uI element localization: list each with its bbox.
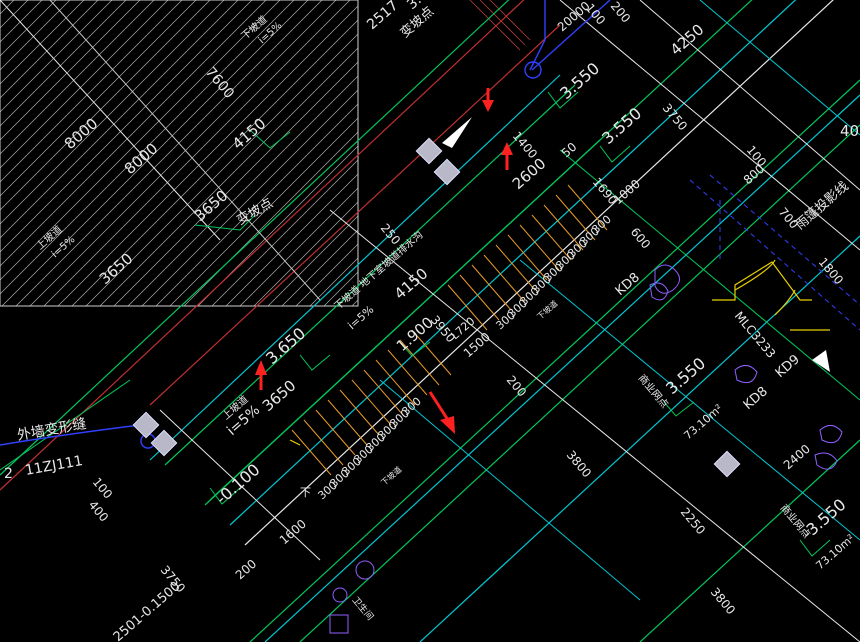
- dim-7600: 7600: [202, 64, 237, 102]
- dim-250: 250: [378, 221, 403, 248]
- hatch-line: [309, 0, 358, 306]
- dim-200-b: 200: [233, 557, 259, 583]
- stair-tread: [327, 399, 368, 446]
- ref-11zj111: 11ZJ111: [24, 453, 84, 479]
- hatch-line: [422, 0, 782, 306]
- stair-tread: [363, 369, 404, 416]
- hatch-line: [183, 0, 358, 306]
- small-40: 40: [840, 122, 859, 140]
- stair-tread: [483, 254, 524, 301]
- stair-tread: [339, 389, 380, 436]
- stair-tread: [471, 264, 512, 311]
- dim-400: 400: [86, 498, 111, 525]
- hatch-line: [155, 0, 358, 306]
- label-kd8-b: KD8: [741, 384, 771, 413]
- dim-100-b: 100: [90, 475, 115, 502]
- room-a: 商业网点: [636, 372, 672, 411]
- dim-200-a: 200: [504, 373, 529, 400]
- north-arrow-chevron-right: [812, 350, 830, 372]
- stair-tread: [375, 359, 416, 406]
- dim-3650-b: 3650: [96, 249, 137, 288]
- furniture: [329, 264, 843, 634]
- ramp-slope-small: i=5%: [345, 303, 376, 332]
- step-label-b: 下坡道: [379, 464, 404, 487]
- label-mlc3233: MLC3233: [732, 309, 779, 361]
- dim-3800-b: 3800: [708, 585, 738, 617]
- dim-1600: 1600: [277, 517, 309, 548]
- door-arcs: [289, 259, 830, 446]
- rain-canopy-line: 雨篷投影线: [792, 178, 852, 233]
- hatch-line: [141, 0, 358, 306]
- stair-down: 下: [300, 486, 311, 499]
- level-3650: 3.650: [262, 324, 309, 368]
- stair-tread: [507, 234, 548, 281]
- level-3550-c: 3.550: [662, 354, 709, 398]
- hatch-line: [169, 0, 358, 306]
- hatch-line: [548, 0, 860, 306]
- hatch-line: [281, 0, 358, 306]
- dim-600: 600: [628, 225, 653, 252]
- cad-drawing-canvas[interactable]: 8000 8000 7600 4150 3650 3650 下坡道 i=5% 上…: [0, 0, 860, 642]
- dim-3750: 3750: [660, 101, 690, 133]
- hatch-line: [436, 0, 796, 306]
- north-arrow-chevron: [442, 117, 472, 148]
- ramp-3650-c: 3650: [259, 376, 300, 415]
- hatch-line: [534, 0, 860, 306]
- dim-50: 50: [559, 140, 580, 161]
- hatch-line: [0, 0, 55, 306]
- area-b: 73.10m²: [813, 532, 857, 572]
- hatch-line: [464, 0, 824, 306]
- title-2517: 2517: [364, 0, 401, 33]
- hatch-line: [43, 0, 358, 306]
- dim-8000-top: 8000: [61, 114, 102, 153]
- dim-3800-a: 3800: [564, 448, 594, 480]
- dim-4150-b: 4150: [391, 264, 432, 303]
- stair-tread: [351, 379, 392, 426]
- dim-1800-b: 2250: [678, 505, 708, 537]
- hatch-line: [29, 0, 358, 306]
- level-2503: 2501-0.1500: [111, 579, 184, 642]
- dim-200-c: 200: [608, 0, 633, 25]
- stair-tread: [303, 419, 344, 466]
- hatch-line: [0, 0, 111, 306]
- hatch-line: [15, 0, 358, 306]
- dim-2400: 2400: [781, 442, 813, 473]
- hatch-line: [0, 0, 83, 306]
- level-3550-b: 3.550: [598, 104, 645, 148]
- exterior-stair-label: 外墙变形缝: [16, 416, 88, 444]
- lvl-3650-a: 3650: [191, 186, 232, 225]
- stair-tread: [315, 409, 356, 456]
- label-kd9: KD9: [773, 352, 803, 381]
- hatch-line: [562, 0, 860, 306]
- step-label-a: 下坡道: [535, 298, 560, 321]
- level-markers: [194, 91, 831, 557]
- drawing-labels: 8000 8000 7600 4150 3650 3650 下坡道 i=5% 上…: [4, 0, 859, 642]
- level-3550-a: 3.550: [556, 59, 603, 103]
- dim-4150-a: 4150: [229, 114, 270, 153]
- room-wc: 卫生间: [350, 594, 377, 622]
- hatch-line: [295, 0, 358, 306]
- area-a: 73.10m²: [681, 402, 725, 442]
- dim-8000-b: 8000: [121, 139, 162, 178]
- stair-tread: [459, 274, 500, 321]
- ref-2: 2: [4, 466, 13, 482]
